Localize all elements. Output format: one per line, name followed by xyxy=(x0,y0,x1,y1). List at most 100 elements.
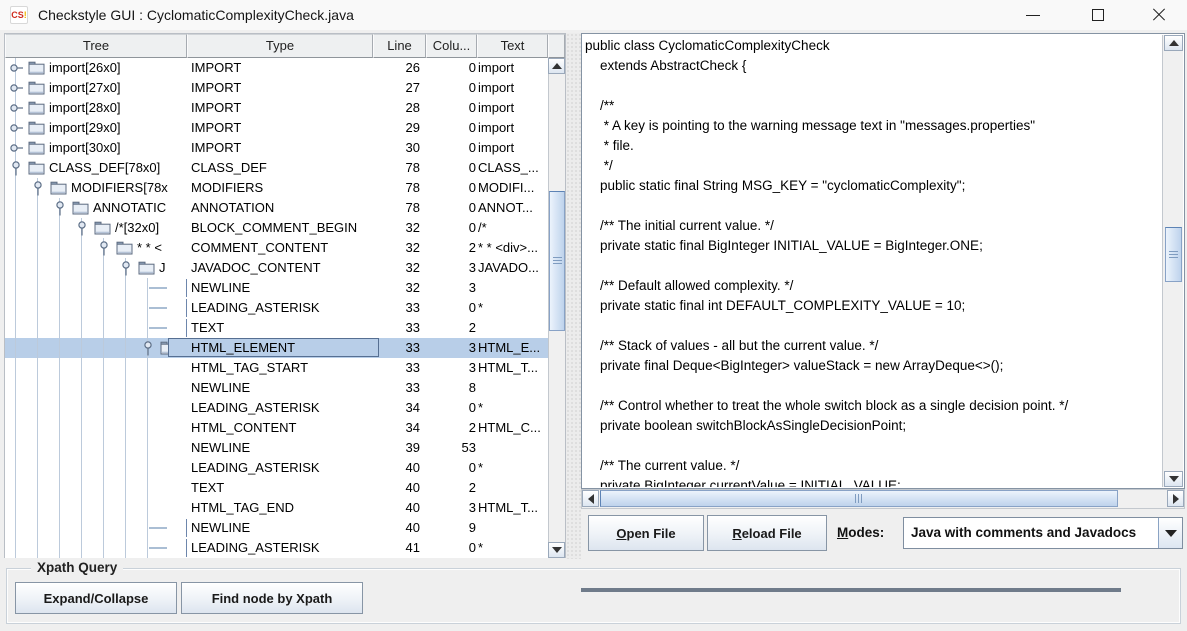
column-header-text[interactable]: Text xyxy=(477,34,548,58)
tree-scrollbar-thumb[interactable] xyxy=(549,191,565,331)
table-row[interactable]: CLASS_DEF[78x0]CLASS_DEF780CLASS_... xyxy=(5,158,548,178)
find-node-by-xpath-button[interactable]: Find node by Xpath xyxy=(181,582,363,614)
close-button[interactable] xyxy=(1136,0,1181,30)
tree-vertical-scrollbar[interactable] xyxy=(548,58,565,558)
table-row[interactable]: HTML_TAG_START333HTML_T... xyxy=(5,358,548,378)
table-row[interactable]: * * <COMMENT_CONTENT322* * <div>... xyxy=(5,238,548,258)
column-cell: 0 xyxy=(426,218,477,238)
table-row[interactable]: NEWLINE338 xyxy=(5,378,548,398)
title-bar: CS! Checkstyle GUI : CyclomaticComplexit… xyxy=(0,0,1187,30)
code-scroll-left-button[interactable] xyxy=(582,490,599,507)
tree-node-label: import[28x0] xyxy=(49,98,121,117)
column-cell: 2 xyxy=(426,318,477,338)
tree-guide-line xyxy=(81,398,82,418)
code-horizontal-scrollbar[interactable] xyxy=(581,489,1185,509)
column-cell: 3 xyxy=(426,358,477,378)
code-vertical-scrollbar[interactable] xyxy=(1162,35,1183,487)
tree-collapse-handle-icon[interactable] xyxy=(97,240,111,256)
column-cell: 0 xyxy=(426,138,477,158)
tree-expand-handle-icon[interactable] xyxy=(9,80,23,96)
tree-expand-handle-icon[interactable] xyxy=(9,140,23,156)
tree-guide-line xyxy=(103,338,104,358)
table-row[interactable]: LEADING_ASTERISK410* xyxy=(5,538,548,558)
code-scroll-right-button[interactable] xyxy=(1167,490,1184,507)
tree-guide-line xyxy=(103,258,104,278)
type-cell: LEADING_ASTERISK xyxy=(187,538,373,558)
mode-combobox[interactable]: Java with comments and Javadocs xyxy=(903,517,1183,549)
line-cell: 40 xyxy=(373,458,426,478)
table-row[interactable]: import[27x0]IMPORT270import xyxy=(5,78,548,98)
table-row[interactable]: MODIFIERS[78xMODIFIERS780MODIFI... xyxy=(5,178,548,198)
reload-file-button[interactable]: Reload File xyxy=(707,515,827,551)
tree-collapse-handle-icon[interactable] xyxy=(75,220,89,236)
tree-expand-handle-icon[interactable] xyxy=(9,60,23,76)
table-row[interactable]: HTML_CONTENT342HTML_C... xyxy=(5,418,548,438)
tree-cell xyxy=(5,358,187,378)
line-cell: 32 xyxy=(373,218,426,238)
column-header-type[interactable]: Type xyxy=(187,34,373,58)
table-row[interactable]: HTML_ELEMENT333HTML_E... xyxy=(5,338,548,358)
tree-guide-line xyxy=(59,498,60,518)
tree-collapse-handle-icon[interactable] xyxy=(141,340,155,356)
tree-expand-handle-icon[interactable] xyxy=(9,100,23,116)
tree-guide-line xyxy=(59,218,60,238)
tree-scroll-down-button[interactable] xyxy=(548,542,565,558)
table-row[interactable]: /*[32x0]BLOCK_COMMENT_BEGIN320/* xyxy=(5,218,548,238)
open-file-button[interactable]: Open File xyxy=(588,515,704,551)
table-row[interactable]: import[28x0]IMPORT280import xyxy=(5,98,548,118)
tree-node-label: /*[32x0] xyxy=(115,218,159,237)
code-scroll-up-button[interactable] xyxy=(1164,35,1183,51)
maximize-button[interactable] xyxy=(1075,0,1120,30)
column-header-colu[interactable]: Colu... xyxy=(426,34,477,58)
folder-icon xyxy=(28,81,45,95)
tree-collapse-handle-icon[interactable] xyxy=(119,260,133,276)
tree-cell xyxy=(5,278,187,298)
source-code-viewer[interactable]: public class CyclomaticComplexityCheck e… xyxy=(581,33,1185,489)
tree-scroll-up-button[interactable] xyxy=(548,58,565,74)
tree-expand-handle-icon[interactable] xyxy=(9,120,23,136)
text-cell: CLASS_... xyxy=(477,158,548,178)
table-row[interactable]: NEWLINE323 xyxy=(5,278,548,298)
tree-guide-line xyxy=(147,318,148,338)
mode-combobox-arrow-button[interactable] xyxy=(1158,518,1182,548)
code-hscrollbar-thumb[interactable] xyxy=(600,490,1118,507)
code-scrollbar-thumb[interactable] xyxy=(1165,227,1182,282)
column-header-tree[interactable]: Tree xyxy=(5,34,187,58)
source-text-area[interactable]: public class CyclomaticComplexityCheck e… xyxy=(585,36,1161,487)
table-row[interactable]: import[30x0]IMPORT300import xyxy=(5,138,548,158)
code-scroll-down-button[interactable] xyxy=(1164,471,1183,487)
column-cell: 3 xyxy=(426,258,477,278)
table-row[interactable]: import[26x0]IMPORT260import xyxy=(5,58,548,78)
table-row[interactable]: HTML_TAG_END403HTML_T... xyxy=(5,498,548,518)
table-row[interactable]: LEADING_ASTERISK330* xyxy=(5,298,548,318)
table-row[interactable]: import[29x0]IMPORT290import xyxy=(5,118,548,138)
tree-collapse-handle-icon[interactable] xyxy=(9,160,23,176)
source-panel: public class CyclomaticComplexityCheck e… xyxy=(581,33,1185,559)
tree-collapse-handle-icon[interactable] xyxy=(53,200,67,216)
folder-icon xyxy=(50,181,67,195)
tree-guide-line xyxy=(103,418,104,438)
table-row[interactable]: JJAVADOC_CONTENT323JAVADO... xyxy=(5,258,548,278)
tree-cell xyxy=(5,378,187,398)
code-line: private final Deque<BigInteger> valueSta… xyxy=(585,356,1161,376)
tree-leaf-icon xyxy=(186,519,187,537)
table-row[interactable]: TEXT402 xyxy=(5,478,548,498)
table-row[interactable]: LEADING_ASTERISK340* xyxy=(5,398,548,418)
table-row[interactable]: NEWLINE3953 xyxy=(5,438,548,458)
table-row[interactable]: LEADING_ASTERISK400* xyxy=(5,458,548,478)
tree-guide-line xyxy=(37,438,38,458)
column-cell: 3 xyxy=(426,498,477,518)
table-row[interactable]: ANNOTATICANNOTATION780ANNOT... xyxy=(5,198,548,218)
tree-collapse-handle-icon[interactable] xyxy=(31,180,45,196)
table-row[interactable]: TEXT332 xyxy=(5,318,548,338)
tree-guide-line xyxy=(103,378,104,398)
minimize-button[interactable] xyxy=(1010,0,1055,30)
tree-leaf-icon xyxy=(186,539,187,557)
tree-guide-line xyxy=(37,218,38,238)
expand-collapse-button[interactable]: Expand/Collapse xyxy=(15,582,177,614)
arrow-right-icon xyxy=(1173,494,1179,504)
code-line: private BigInteger currentValue = INITIA… xyxy=(585,476,1161,487)
split-pane-divider[interactable] xyxy=(566,33,581,559)
column-header-line[interactable]: Line xyxy=(373,34,426,58)
table-row[interactable]: NEWLINE409 xyxy=(5,518,548,538)
